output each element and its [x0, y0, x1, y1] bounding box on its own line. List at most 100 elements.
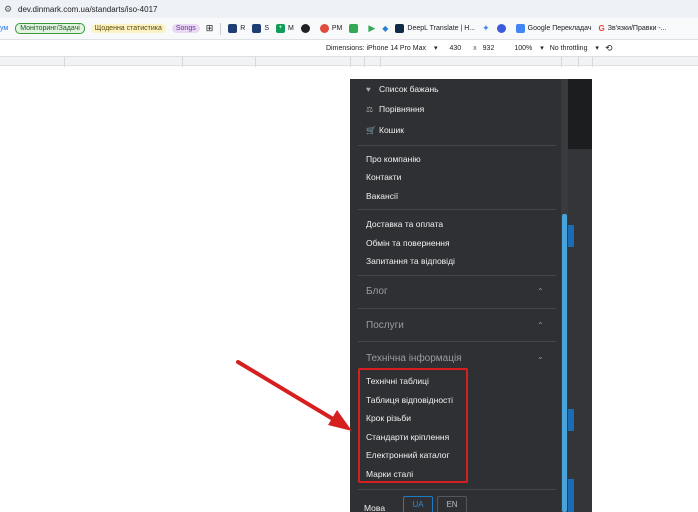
menu-divider: [358, 209, 556, 210]
bookmark-gemini[interactable]: ✦: [482, 23, 490, 34]
menu-divider: [358, 145, 556, 146]
menu-divider: [358, 308, 556, 309]
arrow-shaft: [236, 360, 340, 424]
bookmark-monitoring[interactable]: Моніторинг/Задачі: [15, 23, 85, 34]
site-info-icon[interactable]: ⚙: [4, 4, 18, 15]
section-services[interactable]: Послуги: [366, 320, 404, 331]
page-blue-accent: [568, 225, 574, 247]
screenshot-root: ⚙ dev.dinmark.com.ua/standarts/iso-4017 …: [0, 0, 698, 512]
play-icon: ▶: [368, 23, 376, 33]
bookmarks-bar: ум Моніторинг/Задачі Щоденна статистика …: [0, 18, 698, 40]
section-tech-info[interactable]: Технічна інформація: [366, 353, 462, 364]
apps-grid-icon[interactable]: ⊞: [206, 23, 214, 34]
compare-icon: ⚖: [366, 104, 374, 114]
bookmark-daily-stats[interactable]: Щоденна статистика: [90, 24, 166, 33]
menu-item-about[interactable]: Про компанію: [366, 154, 421, 164]
url-text[interactable]: dev.dinmark.com.ua/standarts/iso-4017: [18, 5, 157, 14]
annotation-highlight-box: [358, 368, 468, 483]
ruler-tick: [182, 57, 183, 67]
bookmark-diamond[interactable]: ◆: [382, 24, 388, 33]
dimension-times-sign: x: [473, 44, 477, 52]
ruler-tick: [350, 57, 351, 67]
bookmark-r-label: R: [240, 25, 246, 32]
google-translate-icon: [515, 24, 525, 33]
menu-item-vacancies[interactable]: Вакансії: [366, 191, 398, 201]
blue-circle-icon: [496, 24, 506, 33]
menu-item-delivery[interactable]: Доставка та оплата: [366, 219, 443, 229]
bookmark-r-icon: [228, 24, 238, 33]
bookmark-m-icon: +: [276, 24, 285, 33]
bookmark-openai[interactable]: [300, 24, 313, 33]
media-query-ruler: [0, 56, 698, 67]
menu-scrollbar[interactable]: [561, 79, 568, 512]
language-label: Мова: [364, 503, 386, 512]
bookmark-r[interactable]: R: [228, 24, 245, 33]
bookmark-m-label: M: [288, 25, 294, 32]
device-width-input[interactable]: 430: [449, 45, 461, 52]
bookmark-zviazky[interactable]: G Зв'язки/Правки -...: [599, 24, 667, 33]
bookmark-play[interactable]: ▶: [368, 23, 375, 34]
rotate-icon[interactable]: ⟲: [605, 43, 613, 54]
bookmark-songs[interactable]: Songs: [171, 24, 200, 33]
section-blog[interactable]: Блог: [366, 286, 388, 297]
menu-item-label: Кошик: [379, 125, 404, 135]
sparkle-icon: ✦: [482, 23, 490, 33]
ruler-tick: [578, 57, 579, 67]
menu-item-contacts[interactable]: Контакти: [366, 172, 401, 182]
chevron-up-icon[interactable]: ⌃: [537, 321, 544, 330]
google-g-icon: G: [598, 24, 605, 33]
bookmark-deepl[interactable]: DeepL Translate | H...: [395, 24, 475, 33]
menu-divider: [358, 341, 556, 342]
bookmark-zviazky-label: Зв'язки/Правки -...: [607, 25, 667, 32]
menu-item-wishlist[interactable]: ♥ Список бажань: [366, 84, 439, 94]
page-blue-accent: [568, 479, 574, 512]
menu-divider: [358, 489, 556, 490]
menu-item-cart[interactable]: 🛒 Кошик: [366, 125, 404, 135]
menu-item-returns[interactable]: Обмін та повернення: [366, 238, 450, 248]
chevron-up-icon[interactable]: ⌃: [537, 287, 544, 296]
language-en-button[interactable]: EN: [437, 496, 467, 512]
green-square-icon: [349, 24, 359, 33]
menu-item-faq[interactable]: Запитання та відповіді: [366, 256, 455, 266]
ruler-tick: [64, 57, 65, 67]
diamond-icon: ◆: [382, 24, 389, 33]
bookmark-s-label: S: [264, 25, 269, 32]
throttling-select[interactable]: No throttling ▾: [550, 44, 599, 52]
bookmark-m[interactable]: + M: [276, 24, 294, 33]
ruler-tick: [561, 57, 562, 67]
bookmark-pm-label: PM: [331, 25, 343, 32]
zoom-select[interactable]: 100% ▾: [514, 44, 543, 52]
openai-icon: [300, 24, 310, 33]
bookmark-blue-circle[interactable]: [496, 24, 509, 33]
cart-icon: 🛒: [366, 125, 376, 135]
annotation-arrow: [236, 360, 352, 431]
device-height-input[interactable]: 932: [483, 45, 495, 52]
bookmark-s-icon: [252, 24, 262, 33]
bookmark-pm[interactable]: PM: [319, 24, 343, 33]
device-toolbar: Dimensions: iPhone 14 Pro Max ▾ 430 x 93…: [0, 40, 698, 56]
bookmark-um[interactable]: ум: [0, 25, 8, 32]
page-blue-accent: [568, 409, 574, 431]
menu-item-compare[interactable]: ⚖ Порівняння: [366, 104, 424, 114]
ruler-tick: [255, 57, 256, 67]
bookmark-green-square[interactable]: [349, 24, 361, 33]
menu-item-label: Порівняння: [379, 104, 425, 114]
device-dimensions-select[interactable]: Dimensions: iPhone 14 Pro Max ▾: [326, 44, 437, 52]
chevron-down-icon[interactable]: ⌄: [537, 352, 544, 361]
scrollbar-thumb[interactable]: [562, 214, 567, 512]
bookmark-separator: [220, 22, 222, 35]
menu-divider: [358, 275, 556, 276]
bookmark-deepl-label: DeepL Translate | H...: [407, 25, 476, 32]
deepl-icon: [395, 24, 405, 33]
page-header-block: [568, 79, 592, 149]
address-bar[interactable]: ⚙ dev.dinmark.com.ua/standarts/iso-4017: [0, 0, 698, 18]
throttling-label: No throttling: [549, 45, 588, 52]
ruler-tick: [592, 57, 593, 67]
menu-item-label: Список бажань: [379, 84, 439, 94]
zoom-label: 100%: [514, 45, 533, 52]
language-ua-button[interactable]: UA: [403, 496, 433, 512]
bookmark-google-translate[interactable]: Google Перекладач: [515, 24, 592, 33]
page-content-behind-menu: [568, 79, 592, 512]
bookmark-google-translate-label: Google Перекладач: [527, 25, 592, 32]
bookmark-s[interactable]: S: [252, 24, 269, 33]
